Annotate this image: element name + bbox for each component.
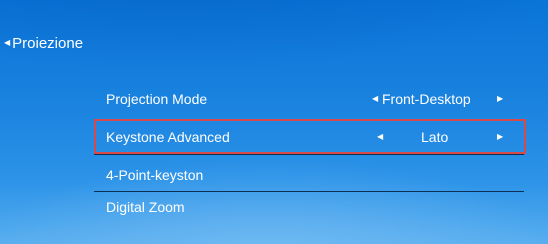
menu-item-keystone-advanced[interactable]: Keystone Advanced ◀ Lato ▶ — [94, 119, 526, 154]
menu-item-label: Digital Zoom — [106, 199, 185, 215]
menu-item-value: Front-Desktop — [382, 91, 471, 107]
left-triangle-icon: ◀ — [4, 38, 11, 47]
menu-item-label: 4-Point-keyston — [106, 167, 204, 183]
page-title: Proiezione — [12, 34, 84, 52]
settings-menu: Projection Mode ◀ Front-Desktop ▶ Keysto… — [94, 84, 526, 223]
left-arrow-icon[interactable]: ◀ — [377, 131, 383, 143]
menu-item-label: Projection Mode — [106, 91, 208, 107]
menu-item-label: Keystone Advanced — [106, 129, 230, 145]
back-button[interactable]: ◀ Proiezione — [4, 33, 83, 53]
menu-item-value: Lato — [421, 129, 449, 145]
right-arrow-icon[interactable]: ▶ — [497, 93, 503, 105]
right-arrow-icon[interactable]: ▶ — [497, 131, 503, 143]
menu-item-projection-mode[interactable]: Projection Mode ◀ Front-Desktop ▶ — [94, 84, 526, 115]
left-arrow-icon[interactable]: ◀ — [372, 93, 378, 105]
menu-item-digital-zoom[interactable]: Digital Zoom — [94, 192, 526, 223]
menu-item-4-point-keystone[interactable]: 4-Point-keyston — [94, 160, 526, 191]
divider — [94, 154, 524, 155]
